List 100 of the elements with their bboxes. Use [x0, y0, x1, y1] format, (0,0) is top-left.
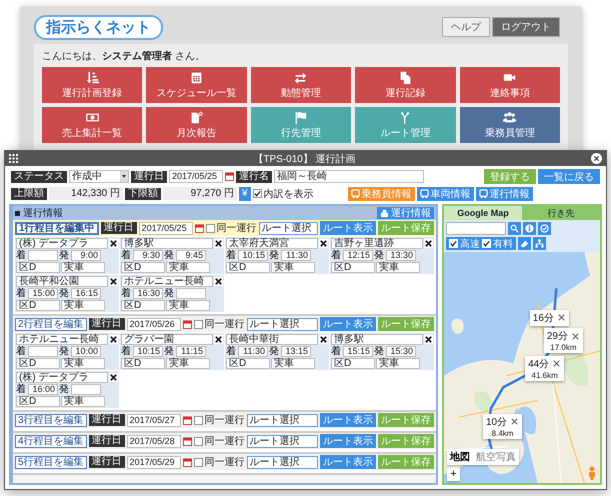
stop-name-field[interactable]: 太宰府天満宮 — [226, 238, 318, 249]
stop-name-field[interactable]: 長崎平和公園 — [16, 276, 108, 287]
time-field[interactable] — [28, 346, 58, 357]
remove-icon[interactable] — [424, 239, 433, 248]
calendar-icon[interactable] — [194, 224, 204, 232]
type-field[interactable]: 実車 — [61, 262, 105, 273]
menu-tile[interactable]: スケジュール一覧 — [146, 67, 247, 103]
stop-name-field[interactable]: ホテルニュー長崎 — [121, 276, 213, 287]
remove-icon[interactable] — [214, 239, 223, 248]
route-field[interactable]: ルート選択 — [246, 456, 318, 468]
remove-icon[interactable] — [109, 277, 118, 286]
calendar-icon[interactable] — [182, 320, 192, 328]
route-field[interactable]: ルート選択 — [258, 222, 318, 234]
grid-icon[interactable] — [9, 154, 18, 163]
time-field[interactable]: 13:15 — [281, 346, 311, 357]
stop-name-field[interactable]: 吉野ヶ里遺跡 — [331, 238, 423, 249]
time-field[interactable]: 11:30 — [238, 346, 268, 357]
route-field[interactable]: ルート選択 — [246, 434, 318, 448]
time-field[interactable]: 9:00 — [71, 250, 101, 261]
code-field[interactable]: 区D — [121, 262, 165, 273]
remove-icon[interactable] — [214, 277, 223, 286]
time-field[interactable]: 16:30 — [133, 288, 163, 299]
code-field[interactable]: 区D — [16, 396, 60, 407]
day-header[interactable]: 2行程目を編集 運行日 2017/05/26 同一運行 ルート選択 ルート表示 ルート保存 — [13, 316, 436, 332]
type-field[interactable]: 実車 — [61, 300, 105, 311]
time-field[interactable] — [28, 250, 58, 261]
code-field[interactable]: 区D — [16, 262, 60, 273]
header-button[interactable]: ヘルプ — [442, 17, 490, 37]
menu-tile[interactable]: 運行計画登録 — [42, 67, 142, 103]
header-button[interactable]: ログアウト — [492, 17, 560, 37]
remove-icon[interactable] — [319, 335, 328, 344]
time-field[interactable]: 16:00 — [28, 384, 58, 395]
type-field[interactable]: 実車 — [61, 396, 105, 407]
map-type-button[interactable]: 航空写真 — [473, 449, 519, 465]
stop-name-field[interactable]: ホテルニュー長崎 — [16, 334, 108, 345]
zoom-button[interactable]: + — [447, 468, 460, 481]
type-field[interactable]: 実車 — [376, 262, 420, 273]
remove-icon[interactable] — [109, 239, 118, 248]
menu-tile[interactable]: 運行記録 — [355, 67, 456, 103]
code-field[interactable]: 区D — [121, 300, 165, 311]
stop-name-field[interactable]: グラバー園 — [121, 334, 213, 345]
code-field[interactable]: 区D — [331, 262, 375, 273]
close-icon[interactable] — [552, 359, 562, 368]
date-field[interactable]: 2017/05/29 — [126, 456, 181, 468]
menu-tile[interactable]: 売上集計一覧 — [42, 107, 142, 143]
edit-button[interactable]: 4行程目を編集 — [15, 434, 87, 448]
checkbox[interactable] — [194, 436, 203, 446]
close-icon[interactable] — [570, 332, 580, 341]
search-field[interactable] — [446, 222, 506, 235]
close-icon[interactable] — [556, 313, 566, 322]
name-field[interactable]: 福岡～長崎 — [274, 170, 424, 183]
date-field[interactable]: 2017/05/27 — [126, 414, 181, 426]
type-field[interactable]: 実車 — [61, 358, 105, 369]
time-field[interactable]: 15:00 — [28, 288, 58, 299]
code-field[interactable]: 区D — [226, 358, 270, 369]
checkbox[interactable] — [194, 320, 203, 328]
checkbox[interactable] — [449, 239, 458, 248]
remove-icon[interactable] — [214, 335, 223, 344]
type-field[interactable]: 実車 — [271, 262, 315, 273]
eraser-button[interactable] — [518, 237, 531, 250]
type-field[interactable]: 実車 — [166, 300, 210, 311]
stop-name-field[interactable]: 博多駅 — [121, 238, 213, 249]
time-field[interactable] — [176, 288, 206, 299]
tab[interactable]: Google Map — [444, 206, 522, 220]
calendar-icon[interactable] — [182, 416, 192, 424]
menu-tile[interactable]: 乗務員管理 — [460, 107, 560, 143]
time-field[interactable]: 10:15 — [238, 250, 268, 261]
close-icon[interactable] — [510, 417, 520, 426]
code-field[interactable]: 区D — [226, 262, 270, 273]
time-field[interactable]: 13:30 — [386, 250, 416, 261]
type-field[interactable]: 実車 — [166, 262, 210, 273]
day-header[interactable]: 3行程目を編集 運行日 2017/05/27 同一運行 ルート選択 ルート表示 ルート保存 — [13, 412, 436, 428]
stop-name-field[interactable]: (株) データプラ — [16, 372, 108, 383]
time-field[interactable]: 16:15 — [71, 288, 101, 299]
stop-name-field[interactable]: (株) データプラ — [16, 238, 108, 249]
edit-button[interactable]: 2行程目を編集 — [15, 318, 87, 330]
tab[interactable]: 行き先 — [522, 206, 600, 220]
checkbox[interactable] — [252, 189, 262, 198]
time-field[interactable]: 10:15 — [133, 346, 163, 357]
type-field[interactable]: 実車 — [376, 358, 420, 369]
info-button[interactable] — [523, 222, 536, 235]
check-button[interactable] — [538, 222, 551, 235]
menu-tile[interactable]: 動態管理 — [250, 67, 352, 103]
date-field[interactable]: 2017/05/28 — [126, 434, 181, 448]
remove-icon[interactable] — [319, 239, 328, 248]
checkbox[interactable] — [194, 458, 203, 466]
calendar-icon[interactable] — [225, 172, 234, 181]
time-field[interactable]: 9:30 — [133, 250, 163, 261]
menu-tile[interactable]: 連絡事項 — [460, 67, 560, 103]
checkbox[interactable] — [206, 224, 215, 232]
stop-name-field[interactable]: 博多駅 — [331, 334, 423, 345]
time-field[interactable] — [71, 384, 101, 395]
type-field[interactable]: 実車 — [166, 358, 210, 369]
calendar-icon[interactable] — [182, 436, 192, 446]
day-header[interactable]: 1行程目を編集中 運行日 2017/05/25 同一運行 ルート選択 ルート表示 ルート保存 — [13, 220, 436, 236]
route-field[interactable]: ルート選択 — [246, 318, 318, 330]
stop-name-field[interactable]: 長崎中華街 — [226, 334, 318, 345]
time-field[interactable]: 11:30 — [281, 250, 311, 261]
day-header[interactable]: 5行程目を編集 運行日 2017/05/29 同一運行 ルート選択 ルート表示 ルート保存 — [13, 454, 436, 470]
checkbox[interactable] — [194, 416, 203, 424]
